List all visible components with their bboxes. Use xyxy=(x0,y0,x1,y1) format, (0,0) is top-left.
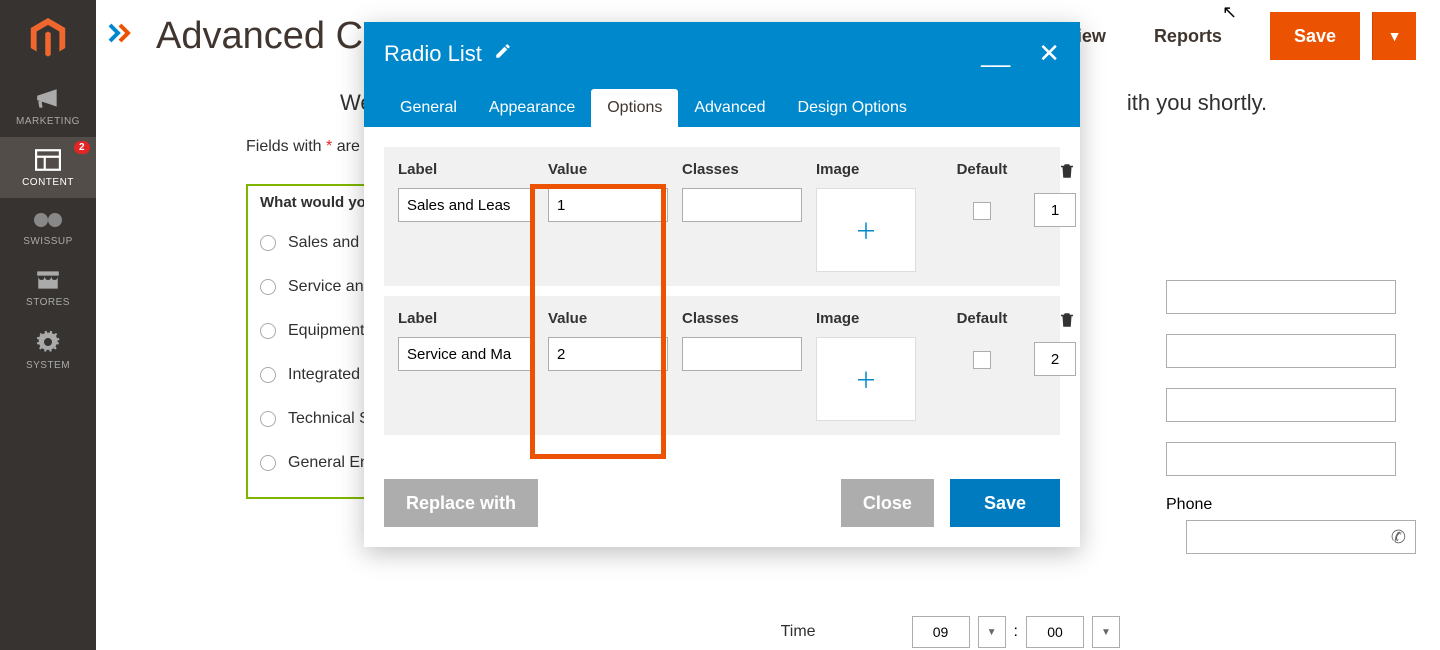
trash-icon[interactable] xyxy=(1058,310,1076,336)
nav-label: CONTENT xyxy=(22,177,74,188)
tab-general[interactable]: General xyxy=(384,89,473,127)
image-header: Image xyxy=(816,161,932,178)
option-row: Label Value Classes Image ＋ Default xyxy=(384,296,1060,435)
value-header: Value xyxy=(548,310,668,327)
classes-header: Classes xyxy=(682,161,802,178)
modal-tabs: General Appearance Options Advanced Desi… xyxy=(364,77,1080,127)
text-input[interactable] xyxy=(1166,280,1396,314)
nav-swissup[interactable]: SWISSUP xyxy=(0,198,96,257)
label-header: Label xyxy=(398,310,534,327)
order-input[interactable] xyxy=(1034,193,1076,227)
option-value-input[interactable] xyxy=(548,337,668,371)
nav-label: SYSTEM xyxy=(26,360,70,371)
tab-design-options[interactable]: Design Options xyxy=(782,89,923,127)
option-row: Label Value Classes Image ＋ Default xyxy=(384,147,1060,286)
default-header: Default xyxy=(957,161,1008,178)
phone-label: Phone xyxy=(1166,496,1416,514)
label-header: Label xyxy=(398,161,534,178)
option-label-input[interactable] xyxy=(398,337,534,371)
nav-system[interactable]: SYSTEM xyxy=(0,318,96,381)
time-picker: Time 09 ▼ : 00 ▼ xyxy=(781,616,1120,648)
close-button[interactable]: Close xyxy=(841,479,934,527)
add-image-button[interactable]: ＋ xyxy=(816,337,916,421)
time-minute-select[interactable]: 00 xyxy=(1026,616,1084,648)
default-header: Default xyxy=(957,310,1008,327)
option-label-input[interactable] xyxy=(398,188,534,222)
order-input[interactable] xyxy=(1034,342,1076,376)
radio-icon xyxy=(260,411,276,427)
text-input[interactable] xyxy=(1166,334,1396,368)
swissup-icon xyxy=(33,210,63,230)
option-classes-input[interactable] xyxy=(682,337,802,371)
time-hour-select[interactable]: 09 xyxy=(912,616,970,648)
notification-badge[interactable]: 2 xyxy=(74,141,90,154)
replace-with-button[interactable]: Replace with xyxy=(384,479,538,527)
nav-label: STORES xyxy=(26,297,70,308)
phone-icon: ✆ xyxy=(1391,527,1406,548)
modal-title: Radio List xyxy=(384,41,482,67)
default-checkbox[interactable] xyxy=(973,351,991,369)
nav-label: MARKETING xyxy=(16,116,80,127)
modal-save-button[interactable]: Save xyxy=(950,479,1060,527)
magento-logo[interactable] xyxy=(0,0,96,76)
option-value-input[interactable] xyxy=(548,188,668,222)
gear-icon xyxy=(36,330,60,354)
tab-options[interactable]: Options xyxy=(591,89,678,127)
option-classes-input[interactable] xyxy=(682,188,802,222)
tab-advanced[interactable]: Advanced xyxy=(678,89,781,127)
nav-stores[interactable]: STORES xyxy=(0,257,96,318)
reports-link[interactable]: Reports xyxy=(1154,26,1222,47)
radio-icon xyxy=(260,455,276,471)
radio-icon xyxy=(260,279,276,295)
minimize-icon[interactable]: __ xyxy=(981,38,1010,69)
default-checkbox[interactable] xyxy=(973,202,991,220)
brand-chevron-icon xyxy=(108,20,138,52)
modal-header: Radio List __ ✕ General Appearance Optio… xyxy=(364,22,1080,127)
plus-icon: ＋ xyxy=(855,363,877,395)
text-input[interactable] xyxy=(1166,442,1396,476)
nav-label: SWISSUP xyxy=(23,236,73,247)
admin-sidebar: MARKETING CONTENT 2 SWISSUP STORES SYSTE… xyxy=(0,0,96,650)
dropdown-caret-icon[interactable]: ▼ xyxy=(1092,616,1120,648)
nav-marketing[interactable]: MARKETING xyxy=(0,76,96,137)
radio-list-modal: Radio List __ ✕ General Appearance Optio… xyxy=(364,22,1080,547)
megaphone-icon xyxy=(35,88,61,110)
dropdown-caret-icon[interactable]: ▼ xyxy=(978,616,1006,648)
tab-appearance[interactable]: Appearance xyxy=(473,89,591,127)
value-header: Value xyxy=(548,161,668,178)
trash-icon[interactable] xyxy=(1058,161,1076,187)
form-right-column: Phone ✆ xyxy=(1166,280,1416,554)
image-header: Image xyxy=(816,310,932,327)
phone-input[interactable] xyxy=(1186,520,1416,554)
time-label: Time xyxy=(781,623,816,641)
store-icon xyxy=(35,269,61,291)
save-button[interactable]: Save xyxy=(1270,12,1360,60)
edit-title-icon[interactable] xyxy=(494,42,512,65)
nav-content[interactable]: CONTENT 2 xyxy=(0,137,96,198)
add-image-button[interactable]: ＋ xyxy=(816,188,916,272)
plus-icon: ＋ xyxy=(855,214,877,246)
layout-icon xyxy=(35,149,61,171)
save-dropdown-button[interactable]: ▼ xyxy=(1372,12,1416,60)
radio-icon xyxy=(260,235,276,251)
modal-body: Label Value Classes Image ＋ Default xyxy=(364,127,1080,465)
modal-footer: Replace with Close Save xyxy=(364,465,1080,547)
radio-icon xyxy=(260,367,276,383)
radio-icon xyxy=(260,323,276,339)
time-separator: : xyxy=(1014,623,1018,641)
close-icon[interactable]: ✕ xyxy=(1038,38,1060,69)
classes-header: Classes xyxy=(682,310,802,327)
text-input[interactable] xyxy=(1166,388,1396,422)
